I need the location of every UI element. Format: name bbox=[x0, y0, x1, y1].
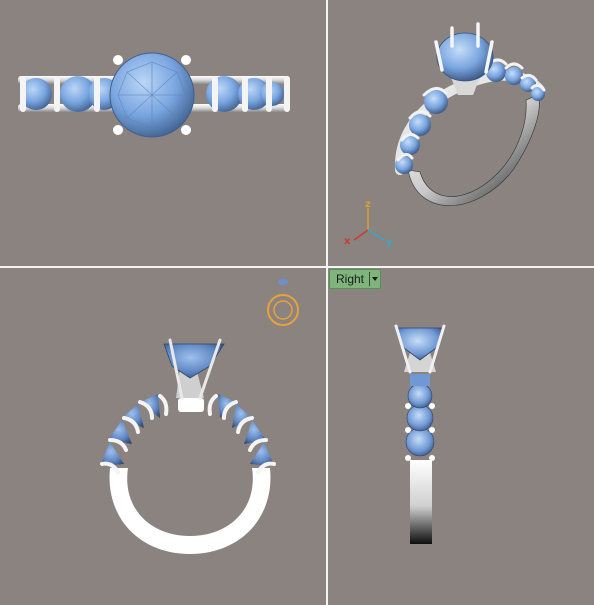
x-axis-line bbox=[353, 229, 369, 241]
perspective-ring-model[interactable]: z x y bbox=[328, 0, 594, 266]
top-viewport[interactable] bbox=[0, 0, 326, 266]
side-stone bbox=[206, 76, 242, 112]
front-ring-model[interactable] bbox=[0, 268, 326, 605]
side-stone bbox=[405, 427, 435, 457]
center-stone bbox=[395, 327, 445, 361]
ring-shank bbox=[109, 468, 271, 554]
side-stone bbox=[407, 383, 433, 409]
orbit-ring-icon bbox=[267, 294, 299, 326]
center-stone-facets bbox=[117, 61, 187, 129]
center-stone bbox=[436, 32, 494, 82]
y-axis-label: y bbox=[386, 237, 393, 248]
ring-shank bbox=[410, 460, 432, 544]
viewport-divider-vertical[interactable] bbox=[326, 0, 328, 605]
z-axis-label: z bbox=[365, 199, 371, 210]
side-stone bbox=[406, 404, 434, 432]
right-ring-model[interactable] bbox=[328, 268, 594, 605]
axis-triad: z x y bbox=[344, 199, 393, 248]
perspective-viewport[interactable]: z x y bbox=[328, 0, 594, 266]
front-viewport[interactable] bbox=[0, 268, 326, 605]
x-axis-label: x bbox=[344, 236, 351, 247]
top-view-ring-model[interactable] bbox=[0, 0, 326, 266]
right-viewport[interactable]: Right bbox=[328, 268, 594, 605]
gallery-bar bbox=[178, 398, 204, 412]
orbit-widget[interactable] bbox=[267, 279, 299, 326]
orbit-gem-icon bbox=[278, 279, 288, 285]
viewport-divider-horizontal[interactable] bbox=[0, 266, 594, 268]
side-stone-edge bbox=[410, 374, 430, 386]
y-axis-line bbox=[367, 229, 385, 241]
